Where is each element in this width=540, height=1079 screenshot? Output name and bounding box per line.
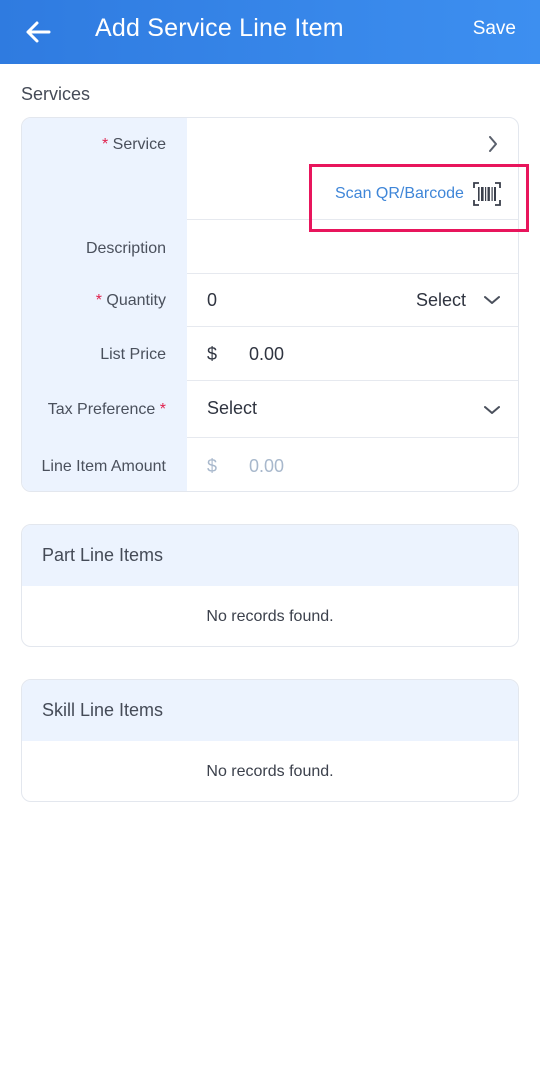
- tax-preference-label-text: Tax Preference: [47, 401, 156, 418]
- line-item-amount-label: Line Item Amount: [41, 458, 166, 475]
- empty-state-text: No records found.: [206, 608, 334, 625]
- tax-preference-select[interactable]: Select: [207, 398, 257, 419]
- arrow-left-icon: [26, 21, 51, 43]
- skill-line-items-panel: Skill Line Items No records found.: [21, 679, 519, 802]
- part-line-items-title: Part Line Items: [42, 545, 164, 565]
- quantity-unit-select[interactable]: Select: [416, 290, 466, 311]
- required-marker: *: [159, 401, 166, 418]
- list-price-currency: $: [207, 344, 218, 364]
- part-line-items-panel: Part Line Items No records found.: [21, 524, 519, 647]
- panel-header: Skill Line Items: [22, 680, 518, 741]
- quantity-input[interactable]: 0: [207, 290, 217, 311]
- line-item-amount-currency: $: [207, 456, 218, 476]
- quantity-row: * Quantity 0 Select: [22, 274, 518, 326]
- chevron-right-icon[interactable]: [485, 134, 501, 154]
- chevron-down-icon[interactable]: [484, 402, 500, 418]
- scan-highlight-box: [309, 164, 529, 232]
- empty-state-text: No records found.: [206, 763, 334, 780]
- chevron-down-icon[interactable]: [484, 292, 500, 308]
- tax-preference-row[interactable]: Tax Preference * Select: [22, 381, 518, 437]
- list-price-row: List Price $ 0.00: [22, 327, 518, 380]
- tax-preference-label: Tax Preference *: [48, 401, 166, 419]
- required-marker: *: [95, 292, 102, 309]
- quantity-label-text: Quantity: [106, 292, 166, 309]
- required-marker: *: [101, 136, 109, 153]
- save-button[interactable]: Save: [473, 18, 516, 40]
- service-label: * Service: [102, 136, 166, 154]
- back-button[interactable]: [22, 16, 54, 48]
- line-item-amount-row: Line Item Amount $ 0.00: [22, 438, 518, 491]
- panel-header: Part Line Items: [22, 525, 518, 586]
- app-bar: Add Service Line Item Save: [0, 0, 540, 64]
- list-price-label: List Price: [100, 346, 166, 363]
- page-title: Add Service Line Item: [95, 14, 344, 42]
- list-price-input[interactable]: 0.00: [249, 344, 284, 365]
- services-section-title: Services: [21, 84, 91, 104]
- line-item-amount-value: 0.00: [249, 456, 285, 476]
- service-label-text: Service: [112, 136, 166, 153]
- description-label: Description: [85, 240, 166, 257]
- skill-line-items-title: Skill Line Items: [42, 700, 164, 720]
- quantity-label: * Quantity: [96, 292, 166, 310]
